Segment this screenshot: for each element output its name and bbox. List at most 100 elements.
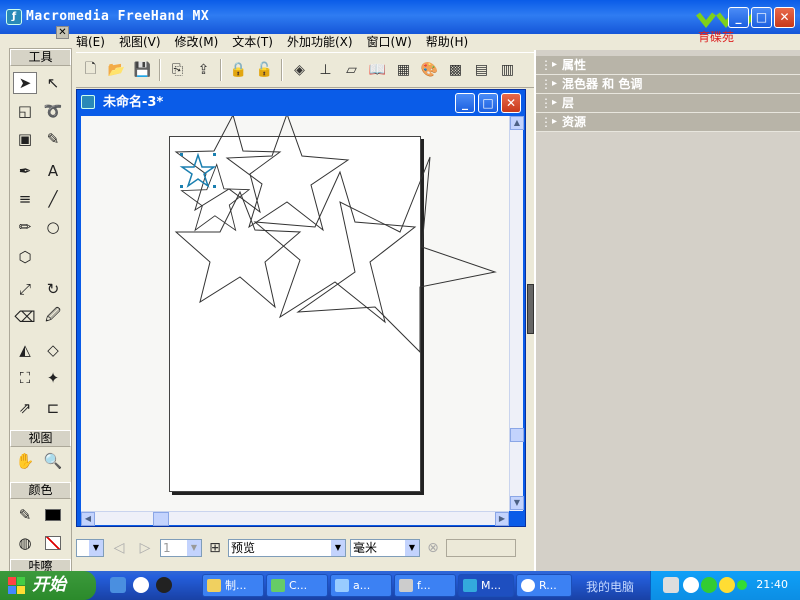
vertical-scrollbar[interactable]: ▲ ▼	[509, 116, 524, 511]
page-number-field[interactable]: 1 ▼	[160, 539, 202, 557]
styles-icon[interactable]: ▥	[496, 59, 519, 82]
perspective-tool-icon[interactable]: ◇	[41, 339, 65, 361]
selected-star[interactable]	[178, 151, 218, 191]
unit-dropdown[interactable]: 毫米 ▼	[350, 539, 420, 557]
menu-window[interactable]: 窗口(W)	[367, 33, 412, 50]
info-quicklaunch-icon[interactable]	[133, 577, 149, 593]
library-icon[interactable]: 📖	[366, 59, 389, 82]
pencil-tool-icon[interactable]: ✏	[13, 216, 37, 238]
zoom-dropdown[interactable]: ▼	[76, 539, 104, 557]
zoom-tool-icon[interactable]: 🔍	[41, 450, 65, 472]
close-button[interactable]: ✕	[774, 7, 795, 28]
align-icon[interactable]: ⊥	[314, 59, 337, 82]
maximize-button[interactable]: □	[751, 7, 772, 28]
taskbar-item[interactable]: 制...	[202, 574, 264, 597]
panel-assets[interactable]: 资源	[536, 113, 800, 132]
transform-icon[interactable]: ◈	[288, 59, 311, 82]
ellipse-tool-icon[interactable]: ○	[41, 216, 65, 238]
connector-tool-icon[interactable]: ⊏	[41, 397, 65, 419]
freehand-app-icon[interactable]: ƒ	[6, 9, 22, 25]
lasso-tool-icon[interactable]: ➰	[41, 100, 65, 122]
layers-icon[interactable]: ▤	[470, 59, 493, 82]
menu-text[interactable]: 文本(T)	[232, 33, 273, 50]
swatches-icon[interactable]: ▩	[444, 59, 467, 82]
minimize-button[interactable]: _	[728, 7, 749, 28]
doc-maximize-button[interactable]: □	[478, 93, 498, 113]
new-document-icon[interactable]: 🗋	[79, 59, 102, 82]
taskbar-item[interactable]: R...	[516, 574, 572, 597]
graphic-hose-tool-icon[interactable]: ⛶	[13, 367, 37, 389]
knife-tool-icon[interactable]: 🖉	[41, 306, 65, 328]
trace-tool-icon[interactable]: ▣	[13, 128, 37, 150]
scroll-up-icon[interactable]: ▲	[510, 116, 524, 130]
taskbar-item[interactable]: C...	[266, 574, 328, 597]
panel-layers[interactable]: 层	[536, 94, 800, 113]
eyedropper-tool-icon[interactable]: ✎	[41, 128, 65, 150]
object-icon[interactable]: ▦	[392, 59, 415, 82]
network-tray-icon[interactable]	[701, 577, 717, 593]
panel-mixer-tints[interactable]: 混色器 和 色调	[536, 75, 800, 94]
scroll-right-icon[interactable]: ▶	[495, 512, 509, 526]
lock-icon[interactable]: 🔒	[227, 59, 250, 82]
panel-properties[interactable]: 属性	[536, 56, 800, 75]
status-tray-icon[interactable]	[737, 580, 747, 590]
pen-tool-icon[interactable]: ✒	[13, 160, 37, 182]
taskbar-item[interactable]: a...	[330, 574, 392, 597]
taskbar-item[interactable]: f...	[394, 574, 456, 597]
scroll-down-icon[interactable]: ▼	[510, 496, 524, 510]
text-editor-icon[interactable]: ▱	[340, 59, 363, 82]
menu-modify[interactable]: 修改(M)	[175, 33, 219, 50]
polygon-tool-icon[interactable]: ⬡	[13, 246, 37, 268]
toolbox-close-icon[interactable]: ✕	[56, 26, 69, 39]
expand-tray-icon[interactable]	[683, 577, 699, 593]
fill-color-swatch[interactable]	[41, 532, 65, 554]
text-tool-icon[interactable]: A	[41, 160, 65, 182]
subselect-tool-icon[interactable]: ↖	[41, 72, 65, 94]
next-page-icon[interactable]: ▷	[134, 537, 156, 560]
menu-view[interactable]: 视图(V)	[119, 33, 161, 50]
menu-edit[interactable]: 辑(E)	[76, 33, 105, 50]
cancel-render-icon[interactable]: ⊗	[424, 537, 442, 560]
link-tool-icon[interactable]: ⇗	[13, 397, 37, 419]
scroll-left-icon[interactable]: ◀	[81, 512, 95, 526]
menu-help[interactable]: 帮助(H)	[426, 33, 468, 50]
doc-close-button[interactable]: ✕	[501, 93, 521, 113]
page-tool-icon[interactable]: ◱	[13, 100, 37, 122]
pointer-tool-icon[interactable]: ➤	[13, 72, 37, 94]
keyboard-tray-icon[interactable]	[663, 577, 679, 593]
hand-tool-icon[interactable]: ✋	[13, 450, 37, 472]
scale-tool-icon[interactable]: ⤢	[13, 278, 37, 300]
start-button[interactable]: 开始	[0, 571, 96, 600]
vertical-scroll-thumb[interactable]	[510, 428, 524, 442]
rotate-tool-icon[interactable]: ↻	[41, 278, 65, 300]
taskbar-item-active[interactable]: M...	[458, 574, 514, 597]
horizontal-scrollbar[interactable]: ◀ ▶	[81, 511, 509, 526]
color-palette-icon[interactable]: 🎨	[418, 59, 441, 82]
unlock-icon[interactable]: 🔓	[253, 59, 276, 82]
brush-tool-icon[interactable]: ✦	[41, 367, 65, 389]
qq-tray-icon[interactable]	[719, 577, 735, 593]
prev-page-icon[interactable]: ◁	[108, 537, 130, 560]
doc-minimize-button[interactable]: _	[455, 93, 475, 113]
panel-splitter[interactable]	[527, 284, 534, 334]
horizontal-scroll-thumb[interactable]	[153, 512, 169, 526]
stroke-color-icon[interactable]: ✎	[13, 504, 37, 526]
qq-quicklaunch-icon[interactable]	[156, 577, 172, 593]
fill-color-icon[interactable]: ◍	[13, 532, 37, 554]
drawing-canvas[interactable]	[81, 116, 509, 511]
eraser-tool-icon[interactable]: ⌫	[13, 306, 37, 328]
line-weight-tool-icon[interactable]: ≡	[13, 188, 37, 210]
my-computer-label[interactable]: 我的电脑	[586, 578, 634, 595]
open-folder-icon[interactable]: 📂	[105, 59, 128, 82]
menu-xtras[interactable]: 外加功能(X)	[287, 33, 353, 50]
system-clock[interactable]: 21:40	[756, 578, 788, 591]
import-icon[interactable]: ⎘	[166, 59, 189, 82]
add-page-icon[interactable]: ⊞	[206, 537, 224, 560]
ie-quicklaunch-icon[interactable]	[110, 577, 126, 593]
view-mode-dropdown[interactable]: 预览 ▼	[228, 539, 346, 557]
stroke-color-swatch[interactable]	[41, 504, 65, 526]
extrude-tool-icon[interactable]: ◭	[13, 339, 37, 361]
save-icon[interactable]: 💾	[131, 59, 154, 82]
export-icon[interactable]: ⇪	[192, 59, 215, 82]
line-tool-icon[interactable]: ╱	[41, 188, 65, 210]
